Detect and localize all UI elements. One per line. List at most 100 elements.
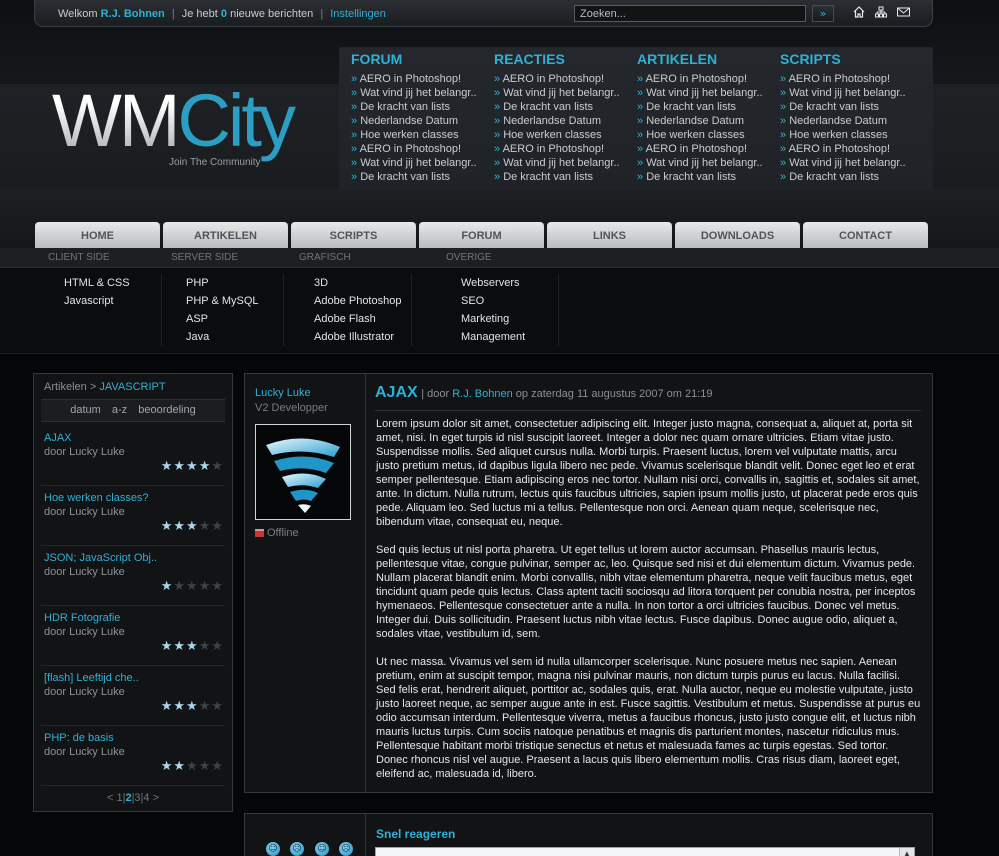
quicklink-item[interactable]: Wat vind jij het belangr..	[780, 86, 920, 100]
subnav-grafisch[interactable]: GRAFISCH	[299, 252, 351, 263]
smiley-smile-icon[interactable]: ☺	[266, 842, 280, 856]
nav-tab-downloads[interactable]: DOWNLOADS	[675, 222, 800, 248]
quicklink-item[interactable]: Wat vind jij het belangr..	[351, 156, 491, 170]
nav-tab-contact[interactable]: CONTACT	[803, 222, 928, 248]
mega-item[interactable]: HTML & CSS	[64, 274, 161, 292]
smiley-frown-icon[interactable]: ☹	[339, 842, 353, 856]
star-icon[interactable]: ★	[211, 699, 223, 714]
star-icon[interactable]: ★	[199, 639, 211, 654]
mega-item[interactable]: Java	[186, 328, 283, 346]
nav-tab-links[interactable]: LINKS	[547, 222, 672, 248]
pager-prev[interactable]: <	[107, 792, 113, 804]
star-icon[interactable]: ★	[211, 519, 223, 534]
list-item-title[interactable]: PHP: de basis	[44, 732, 114, 744]
textarea-scroll-up-icon[interactable]: ▲	[899, 848, 914, 856]
quicklink-item[interactable]: De kracht van lists	[351, 100, 491, 114]
quicklink-item[interactable]: Wat vind jij het belangr..	[494, 86, 634, 100]
quicklink-item[interactable]: AERO in Photoshop!	[494, 72, 634, 86]
star-icon[interactable]: ★	[186, 459, 198, 474]
quicklink-item[interactable]: Hoe werken classes	[780, 128, 920, 142]
star-icon[interactable]: ★	[173, 759, 185, 774]
quicklink-item[interactable]: Nederlandse Datum	[494, 114, 634, 128]
star-icon[interactable]: ★	[173, 579, 185, 594]
quick-reply-textarea[interactable]	[375, 847, 915, 856]
subnav-client-side[interactable]: CLIENT SIDE	[48, 252, 110, 263]
mega-item[interactable]: Management	[461, 328, 558, 346]
star-icon[interactable]: ★	[199, 519, 211, 534]
star-icon[interactable]: ★	[173, 459, 185, 474]
quicklink-item[interactable]: AERO in Photoshop!	[637, 142, 777, 156]
mega-item[interactable]: PHP & MySQL	[186, 292, 283, 310]
subnav-server-side[interactable]: SERVER SIDE	[171, 252, 238, 263]
star-icon[interactable]: ★	[199, 579, 211, 594]
quicklink-item[interactable]: Nederlandse Datum	[351, 114, 491, 128]
quicklink-item[interactable]: Hoe werken classes	[494, 128, 634, 142]
quicklinks-title[interactable]: REACTIES	[494, 50, 634, 72]
quicklink-item[interactable]: Wat vind jij het belangr..	[351, 86, 491, 100]
list-item-title[interactable]: HDR Fotografie	[44, 612, 120, 624]
star-icon[interactable]: ★	[186, 759, 198, 774]
quicklink-item[interactable]: AERO in Photoshop!	[351, 72, 491, 86]
star-icon[interactable]: ★	[161, 519, 173, 534]
nav-tab-artikelen[interactable]: ARTIKELEN	[163, 222, 288, 248]
quicklink-item[interactable]: AERO in Photoshop!	[351, 142, 491, 156]
quicklink-item[interactable]: De kracht van lists	[351, 170, 491, 184]
quicklink-item[interactable]: AERO in Photoshop!	[637, 72, 777, 86]
breadcrumb-parent[interactable]: Artikelen	[44, 381, 87, 393]
site-logo[interactable]: WMCity	[52, 84, 296, 158]
quicklinks-title[interactable]: SCRIPTS	[780, 50, 920, 72]
quicklink-item[interactable]: Wat vind jij het belangr..	[637, 156, 777, 170]
quicklink-item[interactable]: De kracht van lists	[780, 100, 920, 114]
subnav-overige[interactable]: OVERIGE	[446, 252, 492, 263]
mega-item[interactable]: Adobe Photoshop	[314, 292, 411, 310]
breadcrumb-current[interactable]: JAVASCRIPT	[99, 381, 165, 393]
list-item-title[interactable]: [flash] Leeftijd che..	[44, 672, 139, 684]
star-icon[interactable]: ★	[161, 639, 173, 654]
quicklink-item[interactable]: Hoe werken classes	[637, 128, 777, 142]
meta-author-link[interactable]: R.J. Bohnen	[452, 388, 513, 400]
smiley-smile-icon[interactable]: ☺	[315, 842, 329, 856]
quicklink-item[interactable]: Wat vind jij het belangr..	[637, 86, 777, 100]
mega-item[interactable]: Marketing	[461, 310, 558, 328]
star-icon[interactable]: ★	[186, 519, 198, 534]
star-icon[interactable]: ★	[161, 459, 173, 474]
mega-item[interactable]: Adobe Flash	[314, 310, 411, 328]
quicklink-item[interactable]: Wat vind jij het belangr..	[494, 156, 634, 170]
star-icon[interactable]: ★	[186, 699, 198, 714]
quicklinks-title[interactable]: FORUM	[351, 50, 491, 72]
quicklink-item[interactable]: AERO in Photoshop!	[780, 72, 920, 86]
quicklink-item[interactable]: Nederlandse Datum	[637, 114, 777, 128]
nav-tab-home[interactable]: HOME	[35, 222, 160, 248]
star-icon[interactable]: ★	[199, 759, 211, 774]
pager-page[interactable]: 4	[143, 792, 149, 804]
mega-item[interactable]: Adobe Illustrator	[314, 328, 411, 346]
nav-tab-scripts[interactable]: SCRIPTS	[291, 222, 416, 248]
list-item-title[interactable]: AJAX	[44, 432, 72, 444]
smiley-frown-icon[interactable]: ☹	[290, 842, 304, 856]
star-icon[interactable]: ★	[161, 699, 173, 714]
quicklink-item[interactable]: AERO in Photoshop!	[494, 142, 634, 156]
mega-item[interactable]: Javascript	[64, 292, 161, 310]
list-item-title[interactable]: JSON; JavaScript Obj..	[44, 552, 157, 564]
mega-item[interactable]: ASP	[186, 310, 283, 328]
star-icon[interactable]: ★	[199, 459, 211, 474]
author-name[interactable]: Lucky Luke	[255, 387, 311, 399]
mega-item[interactable]: Webservers	[461, 274, 558, 292]
mega-item[interactable]: PHP	[186, 274, 283, 292]
quicklink-item[interactable]: Wat vind jij het belangr..	[780, 156, 920, 170]
sort-az[interactable]: a-z	[112, 404, 127, 416]
home-icon[interactable]	[852, 6, 866, 20]
quicklink-item[interactable]: De kracht van lists	[780, 170, 920, 184]
sitemap-icon[interactable]	[874, 6, 888, 20]
mail-icon[interactable]	[896, 6, 910, 20]
star-icon[interactable]: ★	[199, 699, 211, 714]
star-icon[interactable]: ★	[186, 639, 198, 654]
quicklink-item[interactable]: Nederlandse Datum	[780, 114, 920, 128]
pager-next[interactable]: >	[153, 792, 159, 804]
avatar[interactable]	[255, 424, 351, 520]
quicklink-item[interactable]: De kracht van lists	[637, 100, 777, 114]
star-icon[interactable]: ★	[211, 639, 223, 654]
settings-link[interactable]: Instellingen	[330, 8, 386, 20]
quicklink-item[interactable]: AERO in Photoshop!	[780, 142, 920, 156]
username-link[interactable]: R.J. Bohnen	[101, 8, 165, 20]
